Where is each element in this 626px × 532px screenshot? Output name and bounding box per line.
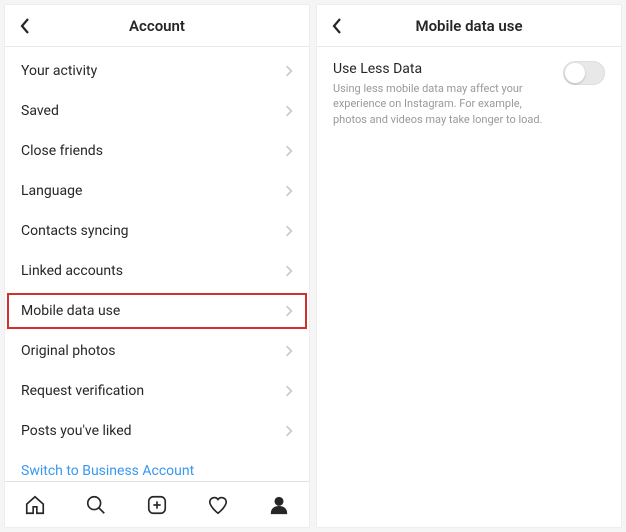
- row-label: Original photos: [21, 343, 115, 359]
- tab-add[interactable]: [137, 485, 177, 525]
- back-button-right[interactable]: [317, 5, 357, 46]
- home-icon: [24, 494, 46, 516]
- chevron-right-icon: [285, 384, 293, 398]
- account-settings-pane: Account Your activity Saved Close friends L…: [4, 4, 310, 528]
- tab-search[interactable]: [76, 485, 116, 525]
- row-label: Your activity: [21, 63, 97, 79]
- row-close-friends[interactable]: Close friends: [5, 131, 309, 171]
- chevron-right-icon: [285, 184, 293, 198]
- row-your-activity[interactable]: Your activity: [5, 51, 309, 91]
- row-saved[interactable]: Saved: [5, 91, 309, 131]
- row-label: Request verification: [21, 383, 144, 399]
- row-label: Language: [21, 183, 82, 199]
- chevron-right-icon: [285, 264, 293, 278]
- chevron-right-icon: [285, 104, 293, 118]
- switch-business-account-link[interactable]: Switch to Business Account: [5, 451, 309, 481]
- search-icon: [85, 494, 107, 516]
- row-linked-accounts[interactable]: Linked accounts: [5, 251, 309, 291]
- header-left: Account: [5, 5, 309, 47]
- activity-icon: [207, 494, 229, 516]
- settings-list: Your activity Saved Close friends Language C…: [5, 47, 309, 481]
- row-label: Saved: [21, 103, 59, 119]
- chevron-right-icon: [285, 424, 293, 438]
- page-title-left: Account: [5, 17, 309, 35]
- row-label: Posts you've liked: [21, 423, 132, 439]
- row-posts-liked[interactable]: Posts you've liked: [5, 411, 309, 451]
- chevron-right-icon: [285, 64, 293, 78]
- setting-text: Use Less Data Using less mobile data may…: [333, 61, 551, 127]
- tab-bar: [5, 481, 309, 527]
- use-less-data-toggle[interactable]: [563, 61, 605, 85]
- row-label: Linked accounts: [21, 263, 123, 279]
- page-title-right: Mobile data use: [317, 17, 621, 35]
- setting-description: Using less mobile data may affect your e…: [333, 81, 551, 127]
- chevron-left-icon: [331, 17, 343, 35]
- row-language[interactable]: Language: [5, 171, 309, 211]
- tab-activity[interactable]: [198, 485, 238, 525]
- row-label: Mobile data use: [21, 303, 120, 319]
- use-less-data-row: Use Less Data Using less mobile data may…: [317, 47, 621, 141]
- row-contacts-syncing[interactable]: Contacts syncing: [5, 211, 309, 251]
- chevron-left-icon: [19, 17, 31, 35]
- tab-home[interactable]: [15, 485, 55, 525]
- row-original-photos[interactable]: Original photos: [5, 331, 309, 371]
- row-mobile-data-use[interactable]: Mobile data use: [5, 291, 309, 331]
- row-label: Contacts syncing: [21, 223, 129, 239]
- add-post-icon: [146, 494, 168, 516]
- row-request-verification[interactable]: Request verification: [5, 371, 309, 411]
- chevron-right-icon: [285, 344, 293, 358]
- row-label: Close friends: [21, 143, 103, 159]
- chevron-right-icon: [285, 224, 293, 238]
- chevron-right-icon: [285, 144, 293, 158]
- header-right: Mobile data use: [317, 5, 621, 47]
- tab-profile[interactable]: [259, 485, 299, 525]
- mobile-data-use-pane: Mobile data use Use Less Data Using less…: [316, 4, 622, 528]
- setting-title: Use Less Data: [333, 61, 551, 77]
- profile-icon: [268, 494, 290, 516]
- chevron-right-icon: [285, 304, 293, 318]
- back-button[interactable]: [5, 5, 45, 46]
